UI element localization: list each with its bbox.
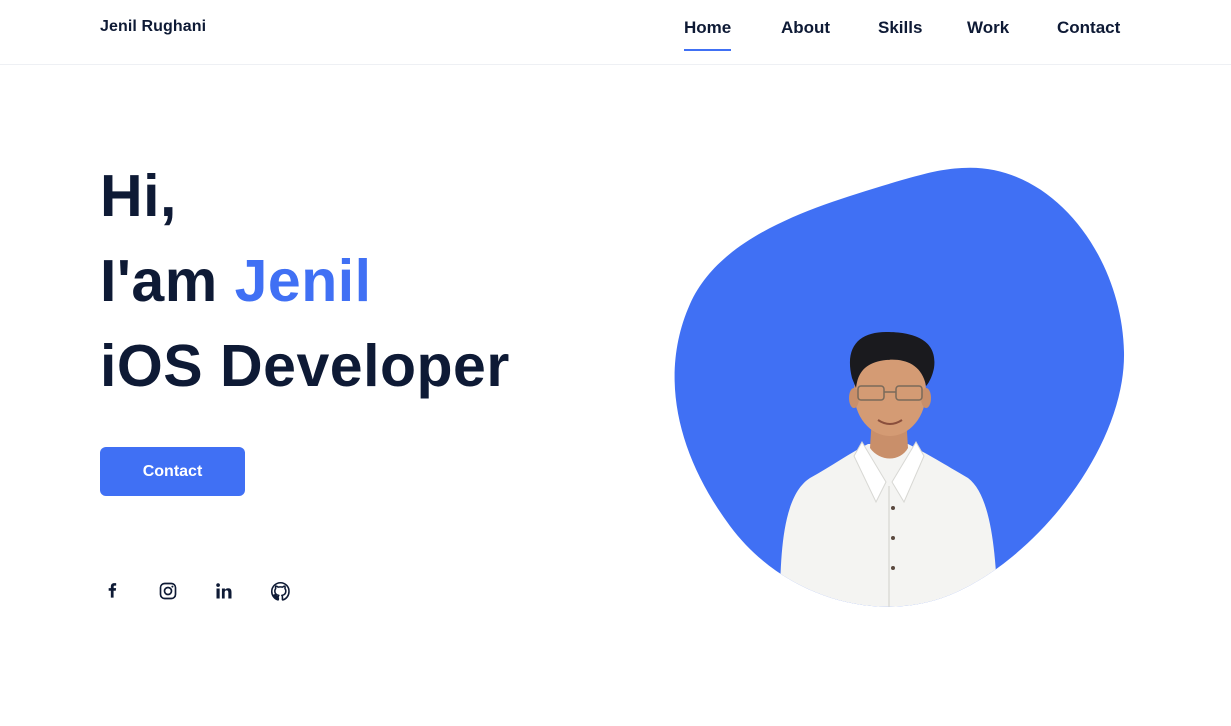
site-header: Jenil Rughani Home About Skills Work Con… xyxy=(0,0,1231,65)
hero-intro-prefix: I'am xyxy=(100,248,235,314)
nav-skills[interactable]: Skills xyxy=(878,18,922,38)
facebook-icon[interactable] xyxy=(99,578,125,604)
github-icon[interactable] xyxy=(267,578,293,604)
nav-home[interactable]: Home xyxy=(684,18,732,51)
nav-work[interactable]: Work xyxy=(967,18,1009,38)
site-logo[interactable]: Jenil Rughani xyxy=(100,18,206,36)
hero-greeting: Hi, xyxy=(100,163,177,229)
hero-name: Jenil xyxy=(234,248,372,314)
hero-role: iOS Developer xyxy=(100,333,510,399)
linkedin-icon[interactable] xyxy=(211,578,237,604)
nav-contact[interactable]: Contact xyxy=(1057,18,1120,38)
profile-image xyxy=(674,167,1125,607)
nav-about[interactable]: About xyxy=(781,18,830,38)
contact-button[interactable]: Contact xyxy=(100,447,245,496)
hero-intro: I'am Jenil xyxy=(100,252,372,311)
instagram-icon[interactable] xyxy=(155,578,181,604)
